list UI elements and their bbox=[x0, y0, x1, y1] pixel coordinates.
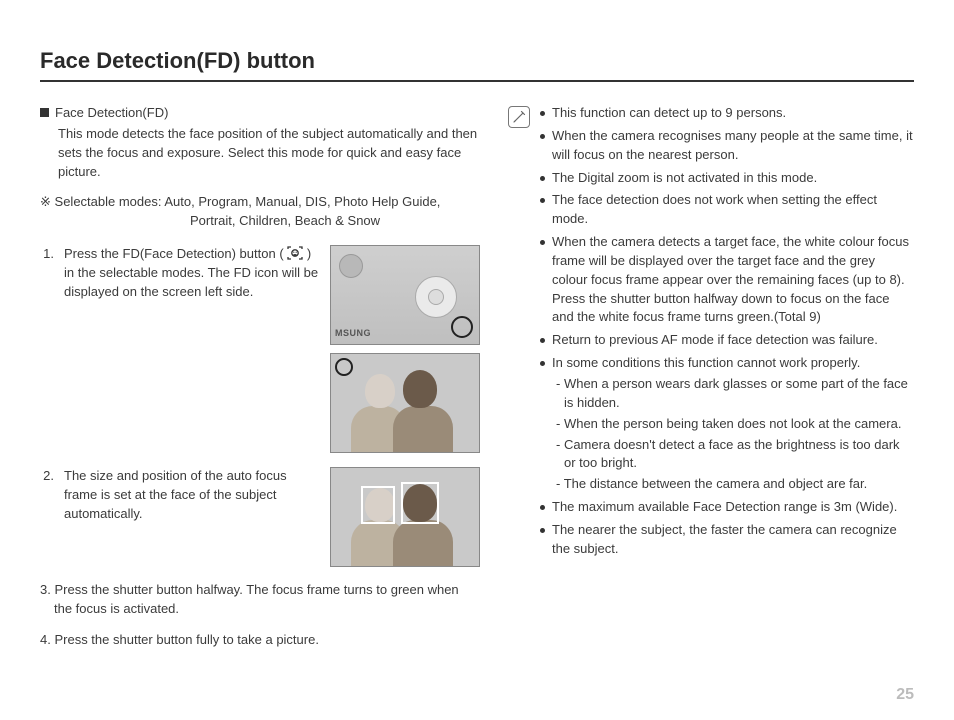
step-1: 1. Press the FD(Face Detection) button (… bbox=[40, 245, 480, 453]
face-frame-thumbnail bbox=[330, 467, 480, 567]
reference-mark-icon: ※ bbox=[40, 194, 51, 209]
note-text: The face detection does not work when se… bbox=[552, 192, 877, 226]
modes-line1: Auto, Program, Manual, DIS, Photo Help G… bbox=[164, 194, 440, 209]
left-column: Face Detection(FD) This mode detects the… bbox=[40, 104, 480, 662]
note-item: When the camera recognises many people a… bbox=[538, 127, 914, 165]
note-text: This function can detect up to 9 persons… bbox=[552, 105, 786, 120]
note-text: In some conditions this function cannot … bbox=[552, 355, 860, 370]
note-text: The nearer the subject, the faster the c… bbox=[552, 522, 897, 556]
step-text: Press the shutter button halfway. The fo… bbox=[54, 582, 459, 616]
selectable-modes: ※ Selectable modes: Auto, Program, Manua… bbox=[40, 193, 480, 231]
modes-line2: Portrait, Children, Beach & Snow bbox=[40, 212, 480, 231]
note-item: The Digital zoom is not activated in thi… bbox=[538, 169, 914, 188]
step-number: 2. bbox=[40, 467, 54, 486]
face-detection-icon bbox=[287, 246, 303, 260]
right-column: This function can detect up to 9 persons… bbox=[508, 104, 914, 662]
note-icon bbox=[508, 106, 530, 128]
note-item: The face detection does not work when se… bbox=[538, 191, 914, 229]
note-sub: - When a person wears dark glasses or so… bbox=[552, 375, 914, 413]
modes-label: Selectable modes: bbox=[55, 194, 162, 209]
note-text: When the camera recognises many people a… bbox=[552, 128, 913, 162]
note-text: When the camera detects a target face, t… bbox=[552, 234, 909, 324]
step-text: Press the shutter button fully to take a… bbox=[54, 632, 318, 647]
note-sub: - When the person being taken does not l… bbox=[552, 415, 914, 434]
brand-label: MSUNG bbox=[335, 327, 371, 340]
step-number: 4. bbox=[40, 632, 51, 647]
note-sub: - The distance between the camera and ob… bbox=[552, 475, 914, 494]
people-preview-thumbnail bbox=[330, 353, 480, 453]
note-text: Return to previous AF mode if face detec… bbox=[552, 332, 878, 347]
step-2: 2. The size and position of the auto foc… bbox=[40, 467, 480, 567]
note-item: In some conditions this function cannot … bbox=[538, 354, 914, 494]
square-bullet-icon bbox=[40, 108, 49, 117]
note-sub: - Camera doesn't detect a face as the br… bbox=[552, 436, 914, 474]
step-number: 3. bbox=[40, 582, 51, 597]
intro-heading-row: Face Detection(FD) bbox=[40, 104, 480, 123]
notes-list: This function can detect up to 9 persons… bbox=[538, 104, 914, 662]
note-item: The nearer the subject, the faster the c… bbox=[538, 521, 914, 559]
note-text: The maximum available Face Detection ran… bbox=[552, 499, 897, 514]
step-number: 1. bbox=[40, 245, 54, 264]
intro-heading: Face Detection(FD) bbox=[55, 105, 168, 120]
step-text-a: Press the FD(Face Detection) button ( bbox=[64, 246, 284, 261]
note-text: The Digital zoom is not activated in thi… bbox=[552, 170, 817, 185]
note-item: Return to previous AF mode if face detec… bbox=[538, 331, 914, 350]
step-text: The size and position of the auto focus … bbox=[64, 467, 320, 524]
intro-body: This mode detects the face position of t… bbox=[40, 125, 480, 182]
camera-back-thumbnail: MSUNG bbox=[330, 245, 480, 345]
step-4: 4. Press the shutter button fully to tak… bbox=[40, 631, 480, 650]
step-3: 3. Press the shutter button halfway. The… bbox=[40, 581, 480, 619]
note-item: The maximum available Face Detection ran… bbox=[538, 498, 914, 517]
step-text: Press the FD(Face Detection) button ( ) … bbox=[64, 245, 320, 302]
note-item: When the camera detects a target face, t… bbox=[538, 233, 914, 327]
note-item: This function can detect up to 9 persons… bbox=[538, 104, 914, 123]
page-number: 25 bbox=[896, 686, 914, 704]
page-title: Face Detection(FD) button bbox=[40, 48, 914, 82]
